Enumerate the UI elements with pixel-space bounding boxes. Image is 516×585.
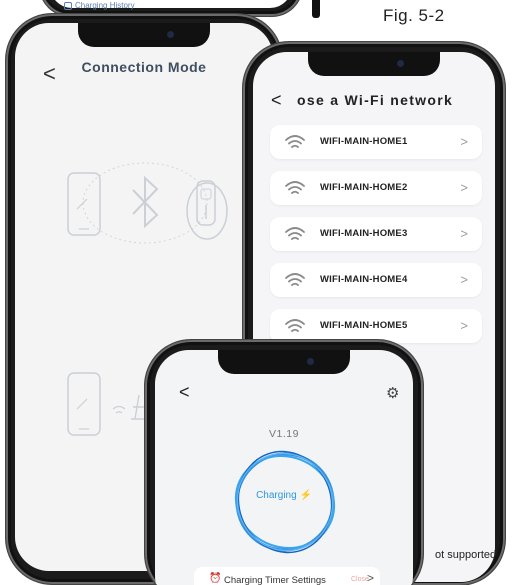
bluetooth-option[interactable] [67,162,228,244]
network-name: WIFI-MAIN-HOME4 [320,274,408,285]
phone-edge-fragment [312,0,320,18]
charging-history-item[interactable]: Charging History [64,1,135,10]
back-button[interactable]: < [179,382,190,403]
back-button[interactable]: < [271,90,282,111]
history-icon [64,1,72,10]
notch [78,23,210,47]
charging-history-label: Charging History [75,1,135,10]
chevron-right-icon: > [460,134,468,149]
front-camera [167,31,174,38]
wifi-icon [285,319,305,332]
phone-charging: < ⚙ V1.19 Charging ⚡ ⏰ Charging Timer Se… [145,340,423,585]
wifi-icon [285,135,305,148]
alarm-clock-icon: ⏰ [209,573,222,584]
wifi-icon [285,181,305,194]
charger-icon [186,180,228,240]
page-title: ose a Wi-Fi network [297,92,454,108]
chevron-right-icon: > [460,272,468,287]
front-camera [307,358,314,365]
notch [308,52,440,76]
wifi-icon [285,227,305,240]
figure-label: Fig. 5-2 [383,6,445,25]
wifi-network-item[interactable]: WIFI-MAIN-HOME3 > [270,217,482,251]
wifi-network-item[interactable]: WIFI-MAIN-HOME2 > [270,171,482,205]
wifi-network-item[interactable]: WIFI-MAIN-HOME1 > [270,125,482,159]
charging-timer-settings[interactable]: ⏰ Charging Timer Settings Close > [194,567,380,585]
front-camera [397,60,404,67]
network-name: WIFI-MAIN-HOME1 [320,136,408,147]
network-name: WIFI-MAIN-HOME5 [320,320,408,331]
chevron-right-icon: > [460,318,468,333]
unsupported-note: ot supported [435,549,495,561]
phone-icon [67,172,101,236]
network-name: WIFI-MAIN-HOME3 [320,228,408,239]
chevron-right-icon: > [460,226,468,241]
charging-status: Charging ⚡ [155,490,413,501]
wifi-network-item[interactable]: WIFI-MAIN-HOME4 > [270,263,482,297]
charging-ring [234,450,336,554]
notch [218,350,350,374]
chevron-right-icon: > [367,571,375,585]
timer-settings-label: Charging Timer Settings [224,575,326,585]
network-name: WIFI-MAIN-HOME2 [320,182,408,193]
wifi-icon [112,405,126,414]
wifi-option[interactable] [67,372,151,436]
charging-screen: < ⚙ V1.19 Charging ⚡ ⏰ Charging Timer Se… [155,350,413,585]
firmware-version: V1.19 [269,428,299,440]
wifi-network-item[interactable]: WIFI-MAIN-HOME5 > [270,309,482,343]
charging-status-label: Charging [256,490,297,501]
wifi-icon [285,273,305,286]
lightning-icon: ⚡ [299,490,312,501]
phone-icon [67,372,101,436]
bluetooth-icon [132,175,159,229]
gear-icon[interactable]: ⚙ [386,384,399,402]
chevron-right-icon: > [460,180,468,195]
